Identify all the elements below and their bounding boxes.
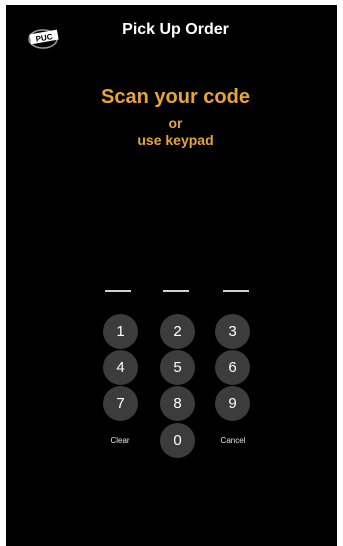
code-slot-2 [163, 290, 189, 292]
or-label: or [168, 115, 183, 131]
key-2[interactable]: 2 [160, 314, 195, 349]
page-title: Pick Up Order [122, 21, 229, 38]
key-0[interactable]: 0 [160, 423, 195, 458]
keypad-prompt: use keypad [137, 132, 214, 148]
key-3[interactable]: 3 [215, 314, 250, 349]
key-4[interactable]: 4 [103, 350, 138, 385]
code-slot-1 [105, 290, 131, 292]
clear-button[interactable]: Clear [95, 436, 145, 445]
key-7[interactable]: 7 [103, 386, 138, 421]
key-6[interactable]: 6 [215, 350, 250, 385]
scan-prompt: Scan your code [101, 86, 250, 108]
key-1[interactable]: 1 [103, 314, 138, 349]
code-slot-3 [223, 290, 249, 292]
key-8[interactable]: 8 [160, 386, 195, 421]
key-9[interactable]: 9 [215, 386, 250, 421]
cancel-button[interactable]: Cancel [208, 436, 258, 445]
pickup-screen: PUC Pick Up Order Scan your code or use … [6, 5, 337, 546]
key-5[interactable]: 5 [160, 350, 195, 385]
